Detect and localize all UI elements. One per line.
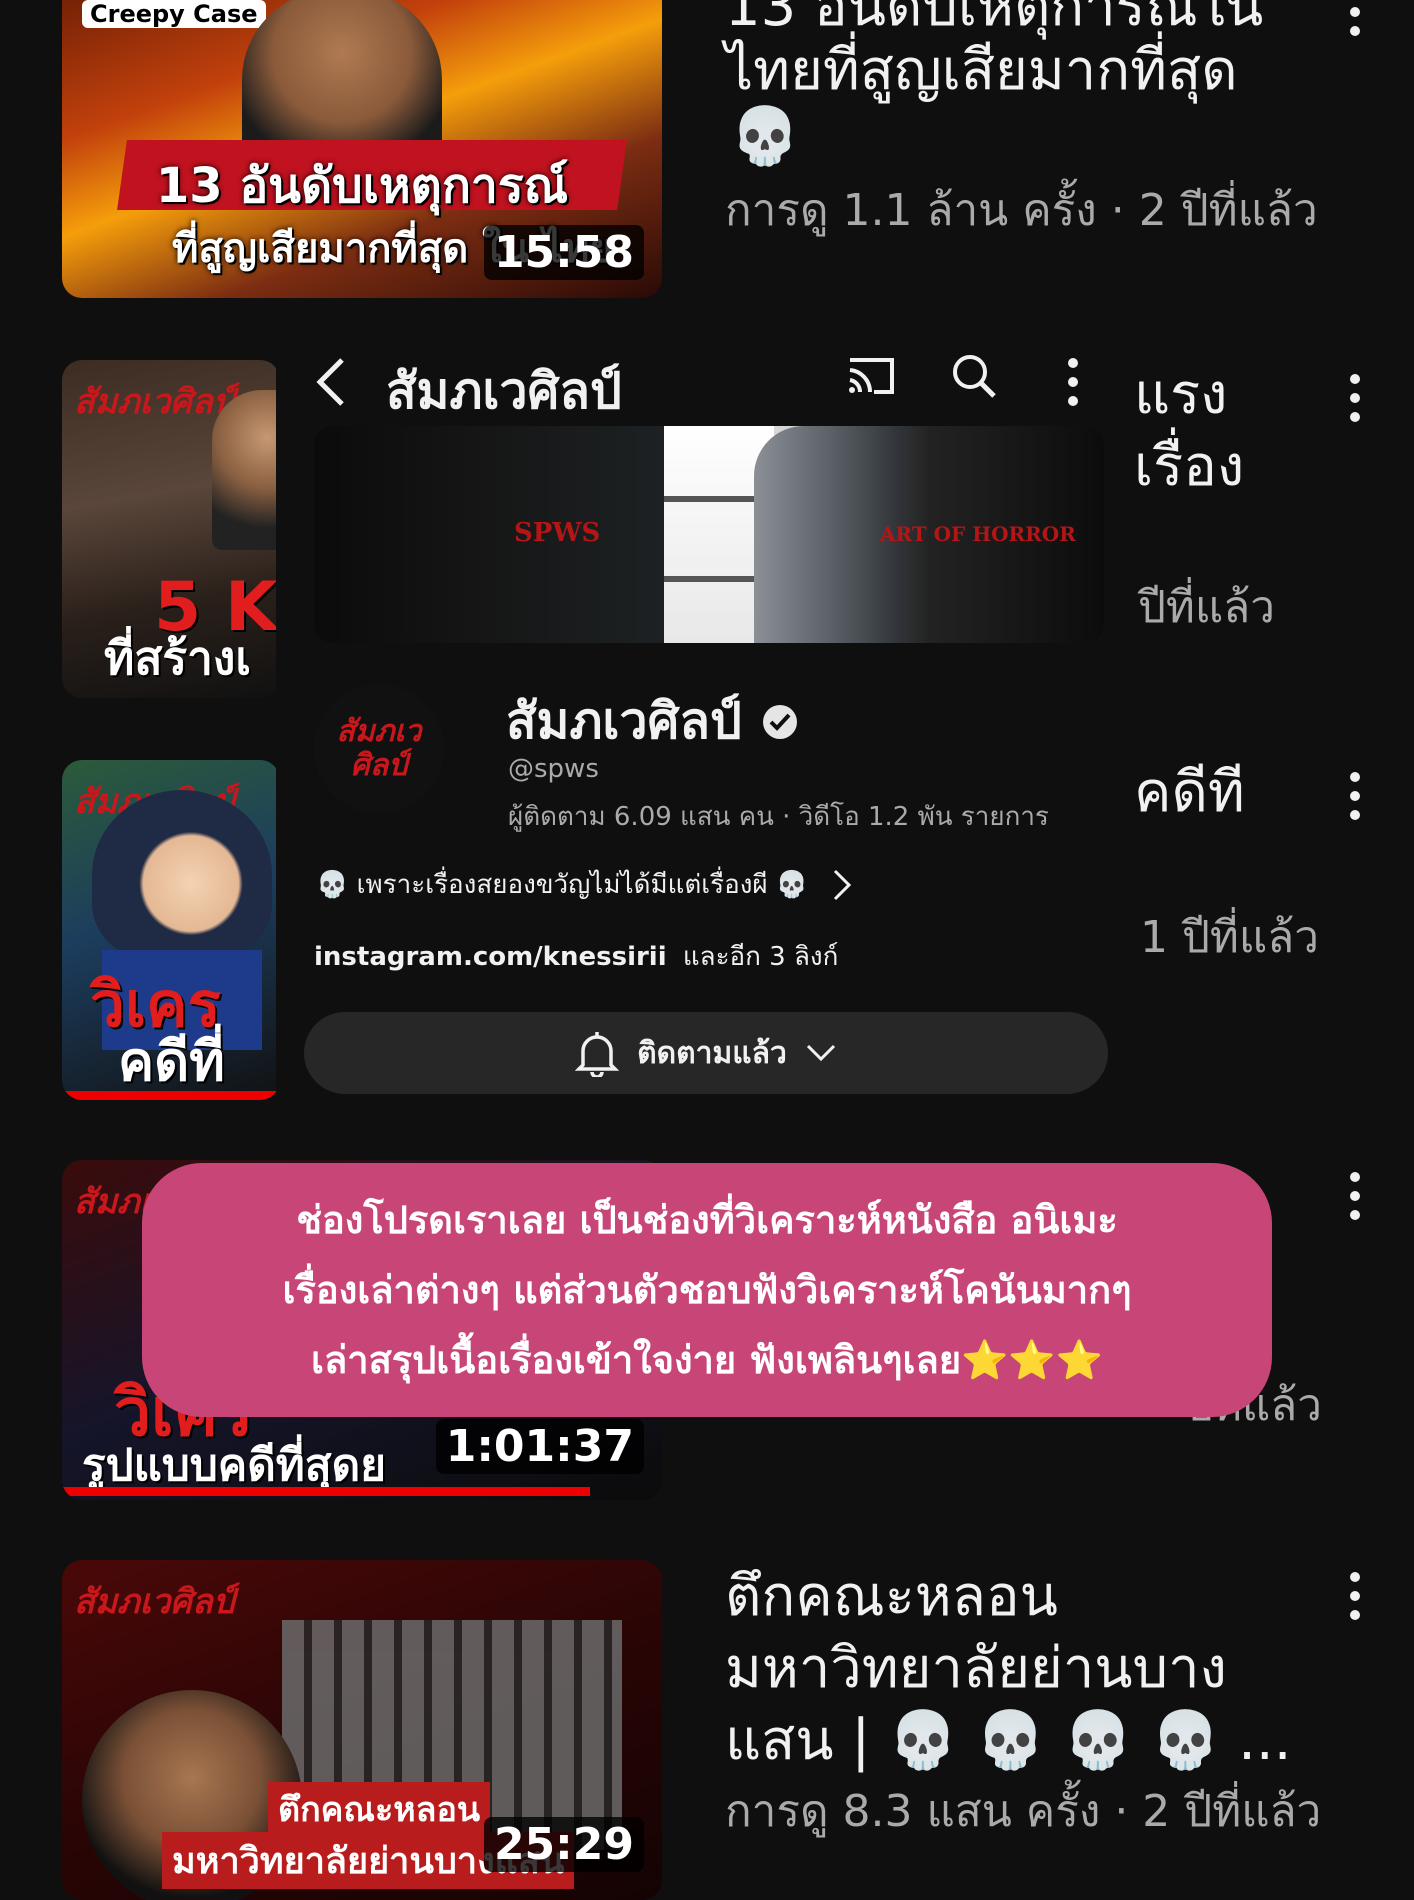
video-thumbnail-5[interactable]: สัมภเวศิลป์ ตึกคณะหลอน มหาวิทยาลัยย่านบา… [62, 1560, 662, 1900]
video-title-2a[interactable]: แรง [1134, 358, 1228, 432]
chevron-down-icon [806, 1044, 835, 1062]
thumb-line1: ตึกคณะหลอน [268, 1782, 491, 1836]
subscribed-label: ติดตามแล้ว [637, 1035, 787, 1071]
search-icon[interactable] [950, 352, 998, 400]
video-meta-1: การดู 1.1 ล้าน ครั้ง · 2 ปีที่แล้ว [725, 185, 1318, 236]
caption-bubble: ช่องโปรดเราเลย เป็นช่องที่วิเคราะห์หนังส… [142, 1163, 1272, 1417]
more-options-icon[interactable] [1066, 358, 1080, 415]
channel-stats: ผู้ติดตาม 6.09 แสน คน · วิดีโอ 1.2 พัน ร… [508, 802, 1049, 832]
video-title-5b[interactable]: มหาวิทยาลัยย่านบาง [725, 1632, 1227, 1706]
video-duration: 25:29 [483, 1817, 644, 1872]
back-arrow-icon[interactable] [312, 352, 352, 412]
cast-icon[interactable] [846, 354, 896, 398]
video-duration: 1:01:37 [435, 1419, 644, 1474]
thumb-line2: คดีที่ [118, 1030, 225, 1093]
bell-icon [575, 1032, 620, 1077]
channel-page-screenshot: สัมภเวศิลป์ SPWS ART OF HORROR สัมภเวศิล… [276, 334, 1136, 1119]
video-thumbnail-1[interactable]: Creepy Case 13 อันดับเหตุการณ์ ที่สูญเสี… [62, 0, 662, 298]
caption-line-1: ช่องโปรดเราเลย เป็นช่องที่วิเคราะห์หนังส… [296, 1198, 1118, 1242]
video-title-3[interactable]: คดีที [1134, 756, 1245, 830]
channel-avatar[interactable]: สัมภเวศิลป์ [314, 684, 444, 814]
channel-name-text: สัมภเวศิลป์ [506, 692, 742, 750]
thumb-character [92, 790, 272, 960]
skull-emoji: 💀 [730, 104, 800, 169]
video-title-1b[interactable]: ไทยที่สูญเสียมากที่สุด [725, 34, 1238, 108]
watch-progress-bar [62, 1487, 590, 1496]
video-thumbnail-2[interactable]: สัมภเวศิลป์ 5 K ที่สร้างเ [62, 360, 280, 698]
thumb-line2: ที่สร้างเ [104, 631, 252, 685]
thumb-logo: สัมภเวศิลป์ [74, 382, 235, 422]
caption-line-3: เล่าสรุปเนื้อเรื่องเข้าใจง่าย ฟังเพลินๆเ… [310, 1338, 1104, 1382]
video-thumbnail-3[interactable]: สัมภเวศิลป์ วิเคร คดีที่ [62, 760, 280, 1100]
more-options-icon[interactable] [1348, 1572, 1362, 1629]
channel-handle: @spws [508, 754, 599, 784]
banner-right-text: ART OF HORROR [880, 522, 1076, 546]
video-title-5c[interactable]: แสน | 💀 💀 💀 💀 ... [725, 1704, 1292, 1778]
avatar-logo: สัมภเวศิลป์ [336, 714, 422, 783]
more-options-icon[interactable] [1348, 772, 1362, 829]
video-meta-5: การดู 8.3 แสน ครั้ง · 2 ปีที่แล้ว [725, 1786, 1322, 1837]
channel-link-more[interactable]: และอีก 3 ลิงก์ [683, 942, 838, 972]
video-title-5a[interactable]: ตึกคณะหลอน [725, 1560, 1058, 1634]
channel-banner: SPWS ART OF HORROR [314, 426, 1104, 643]
channel-topbar-title: สัมภเวศิลป์ [386, 362, 622, 420]
thumb-person [212, 390, 280, 550]
watch-progress-bar [62, 1091, 280, 1100]
verified-check-icon [762, 704, 797, 739]
more-options-icon[interactable] [1348, 1172, 1362, 1229]
video-meta-3: 1 ปีที่แล้ว [1140, 912, 1319, 963]
channel-link[interactable]: instagram.com/knessirii [314, 942, 667, 972]
thumb-badge: Creepy Case [82, 0, 266, 28]
chevron-right-icon [834, 869, 852, 900]
more-options-icon[interactable] [1348, 374, 1362, 431]
subscribed-button[interactable]: ติดตามแล้ว [304, 1012, 1108, 1094]
caption-line-2: เรื่องเล่าต่างๆ แต่ส่วนตัวชอบฟังวิเคราะห… [282, 1268, 1132, 1312]
channel-name: สัมภเวศิลป์ [506, 682, 798, 761]
channel-links[interactable]: instagram.com/knessirii และอีก 3 ลิงก์ [314, 936, 838, 977]
thumb-line1: 13 อันดับเหตุการณ์ [155, 158, 569, 214]
channel-description[interactable]: 💀 เพราะเรื่องสยองขวัญไม่ได้มีแต่เรื่องผี… [316, 864, 852, 905]
video-title-2b[interactable]: เรื่อง [1134, 430, 1244, 504]
thumb-logo: สัมภเวศิลป์ [74, 1582, 235, 1622]
more-options-icon[interactable] [1348, 0, 1362, 45]
channel-description-text: 💀 เพราะเรื่องสยองขวัญไม่ได้มีแต่เรื่องผี… [316, 870, 809, 900]
video-duration: 15:58 [483, 225, 644, 280]
banner-left-text: SPWS [514, 518, 601, 548]
video-meta-2: ปีที่แล้ว [1138, 582, 1275, 633]
